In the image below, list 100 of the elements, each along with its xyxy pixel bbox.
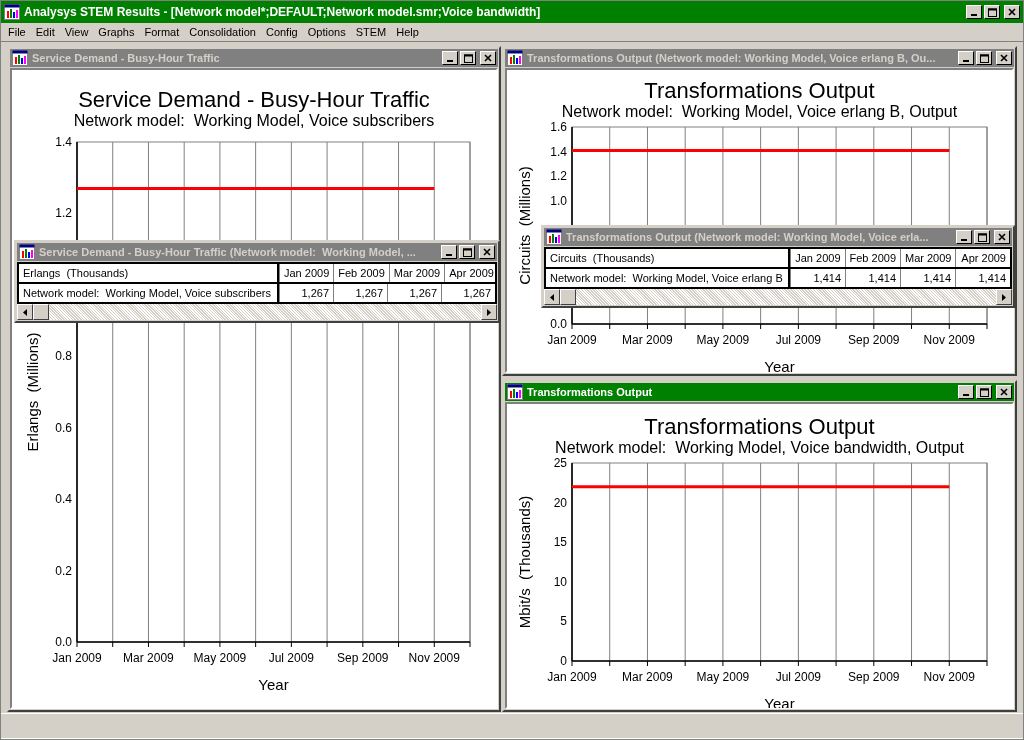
x-tick-label: Jan 2009 — [52, 651, 102, 665]
maximize-icon — [463, 53, 473, 63]
minimize-button[interactable] — [958, 51, 974, 65]
table-cell: Network model: Working Model, Voice subscribers — [19, 284, 279, 302]
maximize-button[interactable] — [976, 51, 992, 65]
maximize-icon — [977, 232, 987, 242]
y-tick-label: 5 — [560, 614, 567, 629]
menu-item[interactable]: Help — [391, 24, 424, 40]
table-cell: 1,267 — [333, 284, 387, 302]
column-header: Apr 2009 — [955, 249, 1010, 267]
scroll-right-button[interactable] — [996, 289, 1012, 305]
app-title: Analysys STEM Results - [Network model*;DEFAULT;Network model.smr;Voice bandwidth] — [24, 4, 542, 21]
y-tick-label: 1.4 — [55, 135, 72, 149]
menu-item[interactable]: STEM — [350, 24, 392, 40]
x-tick-label: May 2009 — [696, 670, 750, 684]
y-tick-label: 1.4 — [550, 144, 567, 159]
y-tick-label: 1.2 — [55, 206, 72, 221]
x-tick-label: Sep 2009 — [337, 651, 389, 665]
x-tick-label: Jul 2009 — [775, 333, 822, 347]
maximize-icon — [979, 53, 989, 63]
window-title: Service Demand - Busy-Hour Traffic — [32, 50, 221, 66]
y-axis-title: Circuits (Millions) — [516, 166, 533, 285]
scroll-thumb[interactable] — [33, 304, 49, 320]
close-button[interactable] — [1004, 5, 1020, 19]
window-title: Transformations Output (Network model: Working Model, Voice erla... — [566, 229, 930, 245]
column-header: Apr 2009 — [444, 264, 498, 282]
horizontal-scrollbar[interactable] — [544, 289, 1012, 305]
menu-item[interactable]: File — [3, 24, 31, 40]
y-tick-label: 0.2 — [55, 563, 72, 578]
scroll-thumb[interactable] — [560, 289, 576, 305]
y-tick-label: 0.4 — [55, 492, 72, 507]
x-tick-label: Nov 2009 — [923, 670, 975, 684]
menu-item[interactable]: Config — [260, 24, 303, 40]
y-axis-title: Erlangs (Millions) — [24, 332, 41, 452]
table-cell: 1,414 — [790, 269, 845, 287]
chart-subtitle: Network model: Working Model, Voice erlang B, Output — [561, 103, 958, 120]
bar-chart-icon — [4, 4, 20, 20]
horizontal-scrollbar[interactable] — [17, 304, 497, 320]
close-icon — [998, 233, 1006, 241]
column-header: Feb 2009 — [844, 249, 900, 267]
window-title: Transformations Output (Network model: Working Model, Voice erlang B, Ou... — [527, 50, 937, 66]
y-tick-label: 1.6 — [550, 120, 567, 134]
table-cell: Network model: Working Model, Voice erlang B — [546, 269, 790, 287]
close-button[interactable] — [480, 51, 496, 65]
column-header: Mar 2009 — [900, 249, 956, 267]
column-header: Feb 2009 — [333, 264, 389, 282]
x-tick-label: Jul 2009 — [775, 670, 822, 684]
x-tick-label: Mar 2009 — [622, 333, 673, 347]
close-icon — [483, 248, 491, 256]
chart-subtitle: Network model: Working Model, Voice subscribers — [73, 112, 435, 129]
minimize-button[interactable] — [966, 5, 982, 19]
scroll-left-button[interactable] — [17, 304, 33, 320]
minimize-button[interactable] — [442, 51, 458, 65]
menu-item[interactable]: Format — [139, 24, 185, 40]
y-tick-label: 0.6 — [55, 420, 72, 435]
y-tick-label: 0.0 — [55, 635, 72, 649]
right-arrow-icon — [1002, 293, 1006, 301]
maximize-button[interactable] — [976, 385, 992, 399]
close-icon — [1008, 8, 1016, 16]
x-tick-label: May 2009 — [696, 333, 750, 347]
close-button[interactable] — [996, 51, 1012, 65]
minimize-button[interactable] — [956, 230, 972, 244]
table-cell: 1,267 — [279, 284, 333, 302]
x-tick-label: Sep 2009 — [848, 333, 900, 347]
x-tick-label: Nov 2009 — [408, 651, 460, 665]
close-button[interactable] — [996, 385, 1012, 399]
column-header: Circuits (Thousands) — [546, 249, 790, 267]
menu-item[interactable]: Edit — [30, 24, 60, 40]
menu-item[interactable]: Consolidation — [184, 24, 261, 40]
chart-title: Transformations Output — [644, 414, 875, 439]
x-tick-label: Mar 2009 — [622, 670, 673, 684]
table-cell: 1,267 — [441, 284, 495, 302]
table-cell: 1,267 — [387, 284, 441, 302]
menu-item[interactable]: Options — [302, 24, 351, 40]
column-header: Jan 2009 — [790, 249, 845, 267]
maximize-button[interactable] — [974, 230, 990, 244]
minimize-button[interactable] — [958, 385, 974, 399]
minimize-button[interactable] — [441, 245, 457, 259]
close-button[interactable] — [994, 230, 1010, 244]
menu-item[interactable]: View — [59, 24, 94, 40]
menu-item[interactable]: Graphs — [93, 24, 140, 40]
scroll-left-button[interactable] — [544, 289, 560, 305]
column-header: Mar 2009 — [388, 264, 445, 282]
y-tick-label: 0.8 — [55, 349, 72, 364]
maximize-icon — [987, 7, 997, 17]
x-tick-label: Mar 2009 — [123, 651, 174, 665]
x-tick-label: Sep 2009 — [848, 670, 900, 684]
column-header: Jan 2009 — [279, 264, 334, 282]
maximize-button[interactable] — [460, 51, 476, 65]
chart-subtitle: Network model: Working Model, Voice bandwidth, Output — [555, 439, 964, 456]
left-arrow-icon — [550, 293, 554, 301]
y-tick-label: 1.0 — [550, 193, 567, 208]
maximize-button[interactable] — [984, 5, 1000, 19]
x-axis-title: Year — [764, 358, 795, 372]
close-button[interactable] — [479, 245, 495, 259]
y-axis-title: Mbit/s (Thousands) — [516, 495, 533, 629]
y-tick-label: 0 — [560, 654, 567, 668]
scroll-right-button[interactable] — [481, 304, 497, 320]
maximize-button[interactable] — [459, 245, 475, 259]
left-arrow-icon — [23, 308, 27, 316]
